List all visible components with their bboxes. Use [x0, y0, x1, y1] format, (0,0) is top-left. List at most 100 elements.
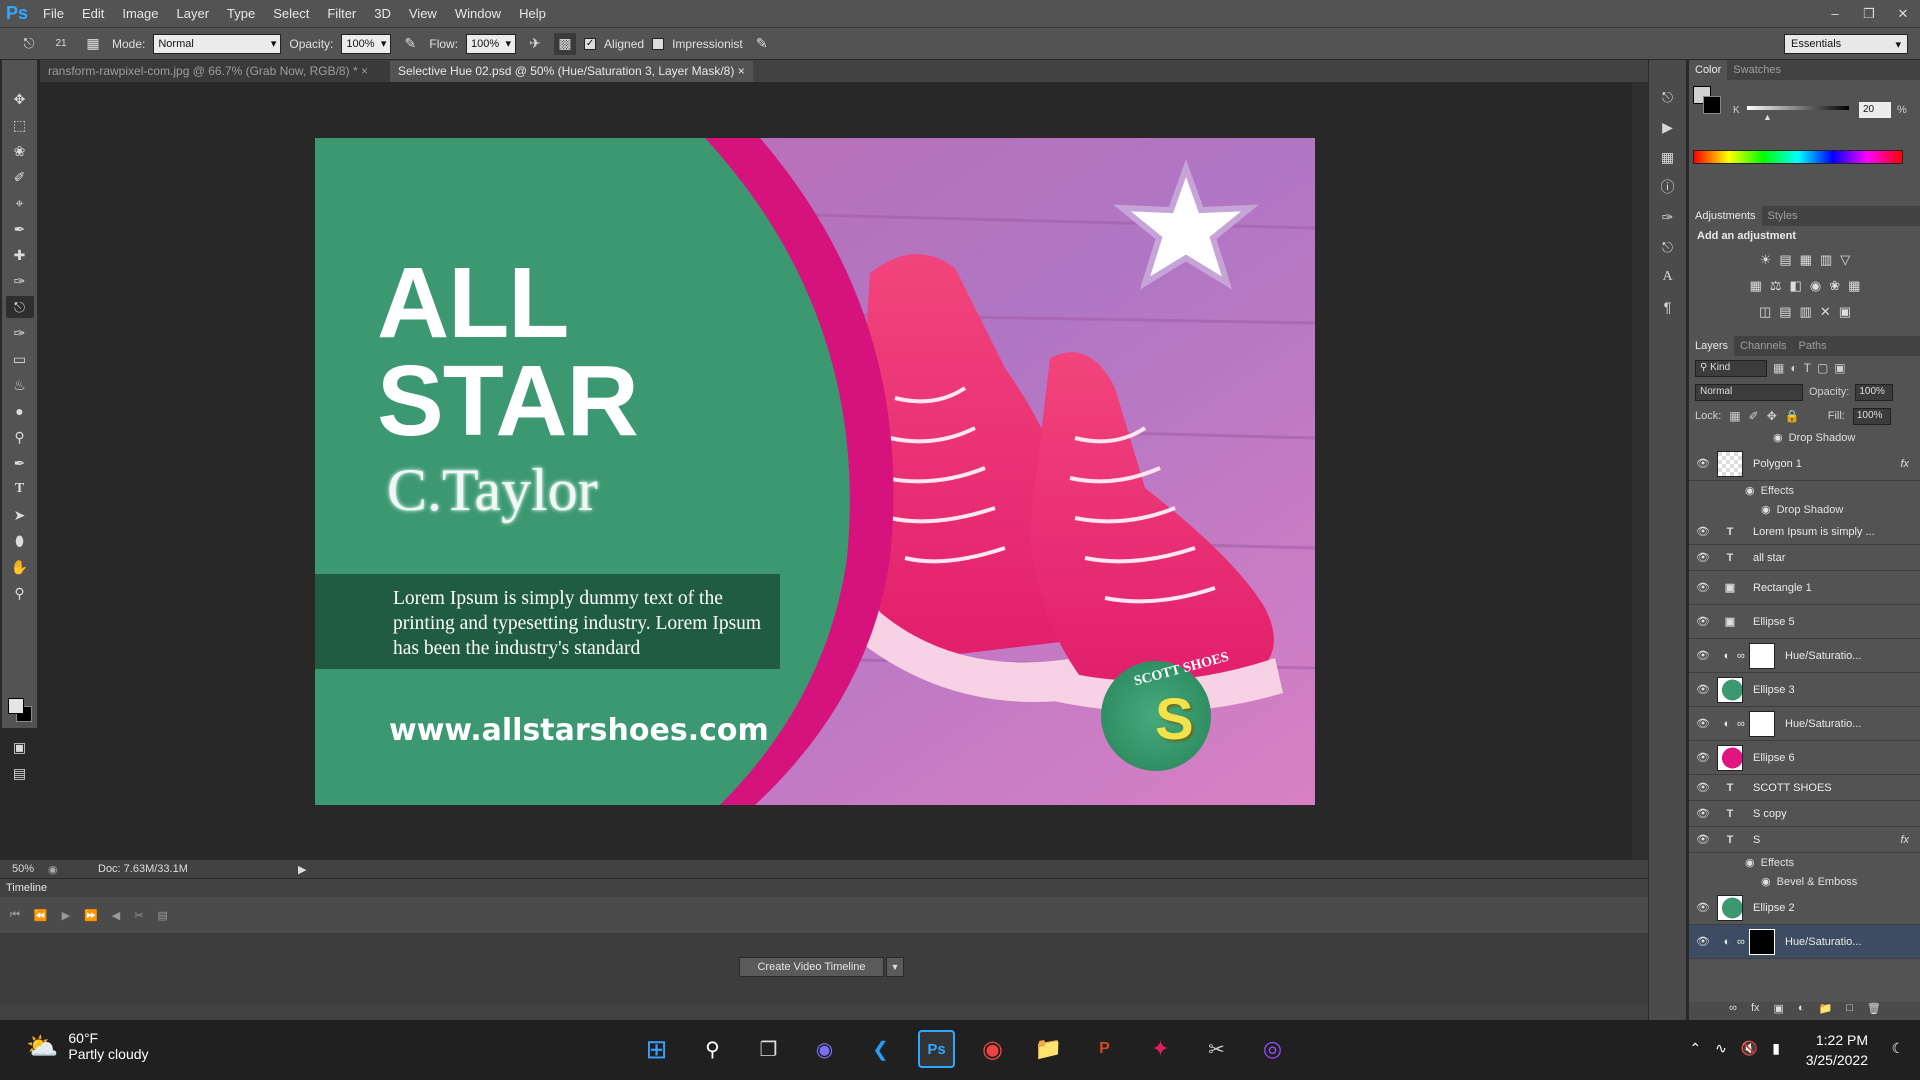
eraser-tool-icon[interactable]: ▭: [6, 348, 34, 370]
eye-icon[interactable]: ◉: [1773, 431, 1783, 444]
black-white-icon[interactable]: ◧: [1790, 278, 1802, 294]
add-mask-icon[interactable]: ▣: [1774, 1002, 1784, 1020]
character-icon[interactable]: A: [1656, 266, 1680, 288]
eye-icon[interactable]: 👁: [1689, 751, 1717, 764]
doc-tab-active[interactable]: Selective Hue 02.psd @ 50% (Hue/Saturati…: [390, 61, 753, 82]
fx-icon[interactable]: fx: [1900, 834, 1909, 846]
link-icon[interactable]: ∞: [1737, 650, 1749, 662]
eye-icon[interactable]: 👁: [1689, 781, 1717, 794]
info-icon[interactable]: ⓘ: [1656, 176, 1680, 198]
filter-pixel-icon[interactable]: ▦: [1773, 361, 1784, 375]
brightness-icon[interactable]: ☀: [1760, 252, 1772, 268]
healing-brush-tool-icon[interactable]: ✚: [6, 244, 34, 266]
teams-icon[interactable]: ◉: [806, 1030, 843, 1068]
airbrush-icon[interactable]: ✈: [524, 33, 546, 55]
effect-row[interactable]: ◉ Effects: [1689, 853, 1920, 872]
layer-row-selected[interactable]: 👁 ◐ ∞ Hue/Saturatio...: [1689, 925, 1920, 959]
history-brush-tool-icon[interactable]: ✑: [6, 322, 34, 344]
eye-icon[interactable]: 👁: [1689, 807, 1717, 820]
workspace-select[interactable]: Essentials ▾: [1784, 34, 1908, 54]
minimize-icon[interactable]: –: [1824, 4, 1846, 24]
eye-icon[interactable]: 👁: [1689, 525, 1717, 538]
brush-presets-icon[interactable]: ✑: [1656, 206, 1680, 228]
link-icon[interactable]: ∞: [1737, 936, 1749, 948]
fill-field[interactable]: 100%: [1852, 407, 1891, 425]
layer-row[interactable]: 👁 T S copy: [1689, 801, 1920, 827]
history-icon[interactable]: ⎋: [1656, 86, 1680, 108]
tab-channels[interactable]: Channels: [1734, 336, 1792, 356]
eye-icon[interactable]: 👁: [1689, 833, 1717, 846]
layer-row[interactable]: 👁 ◐ ∞ Hue/Saturatio...: [1689, 639, 1920, 673]
eye-icon[interactable]: 👁: [1689, 901, 1717, 914]
eye-icon[interactable]: 👁: [1689, 717, 1717, 730]
dodge-tool-icon[interactable]: ⚲: [6, 426, 34, 448]
layer-row[interactable]: 👁 T Sfx: [1689, 827, 1920, 853]
menu-type[interactable]: Type: [218, 0, 264, 27]
weather-widget[interactable]: ⛅ 60°F Partly cloudy: [26, 1030, 149, 1062]
clone-source-icon[interactable]: ▦: [82, 33, 104, 55]
eye-icon[interactable]: 👁: [1689, 551, 1717, 564]
exposure-icon[interactable]: ▥: [1820, 252, 1832, 268]
menu-view[interactable]: View: [400, 0, 446, 27]
levels-icon[interactable]: ▤: [1779, 252, 1791, 268]
new-layer-icon[interactable]: □: [1846, 1002, 1853, 1020]
fx-icon[interactable]: fx: [1900, 458, 1909, 470]
move-tool-icon[interactable]: ✥: [6, 88, 34, 110]
lock-position-icon[interactable]: ✥: [1767, 409, 1777, 423]
close-icon[interactable]: ✕: [1892, 4, 1914, 24]
color-spectrum[interactable]: [1693, 150, 1903, 164]
vibrance-icon[interactable]: ▽: [1840, 252, 1850, 268]
adjustment-layer-icon[interactable]: ◐: [1798, 1002, 1805, 1020]
layer-opacity-field[interactable]: 100%: [1855, 383, 1894, 401]
battery-icon[interactable]: ▮: [1772, 1040, 1780, 1057]
filter-adjust-icon[interactable]: ◐: [1790, 361, 1797, 375]
effect-row[interactable]: ◉ Effects: [1689, 481, 1920, 500]
quick-mask-icon[interactable]: ▣: [6, 736, 34, 758]
lock-transparent-icon[interactable]: ▦: [1729, 409, 1740, 423]
blend-mode-select[interactable]: Normal: [1695, 383, 1803, 401]
folder-icon[interactable]: 📁: [1819, 1002, 1833, 1020]
layer-row[interactable]: 👁 T Lorem Ipsum is simply ...: [1689, 519, 1920, 545]
search-icon[interactable]: ⚲: [694, 1030, 731, 1068]
next-frame-icon[interactable]: ⏩: [84, 909, 98, 922]
pressure-size-icon[interactable]: ✎: [751, 33, 773, 55]
layer-row[interactable]: 👁 ▣ Ellipse 5: [1689, 605, 1920, 639]
restore-icon[interactable]: ❐: [1858, 4, 1880, 24]
layer-row[interactable]: 👁 T SCOTT SHOES: [1689, 775, 1920, 801]
eye-icon[interactable]: 👁: [1689, 615, 1717, 628]
lock-pixels-icon[interactable]: ✐: [1749, 409, 1759, 423]
kind-filter[interactable]: ⚲ Kind: [1695, 359, 1767, 377]
layer-mask-thumbnail[interactable]: [1749, 642, 1775, 669]
notification-icon[interactable]: ☾: [1891, 1040, 1904, 1057]
type-tool-icon[interactable]: T: [6, 478, 34, 500]
filter-type-icon[interactable]: T: [1804, 361, 1811, 375]
vertical-scrollbar[interactable]: [1632, 82, 1648, 862]
pen-tool-icon[interactable]: ✒: [6, 452, 34, 474]
chevron-down-icon[interactable]: ▼: [886, 957, 904, 977]
close-icon[interactable]: ×: [738, 64, 745, 78]
quick-select-tool-icon[interactable]: ✐: [6, 166, 34, 188]
posterize-icon[interactable]: ▤: [1779, 304, 1791, 320]
paragraph-icon[interactable]: ¶: [1656, 296, 1680, 318]
menu-filter[interactable]: Filter: [318, 0, 365, 27]
transition-icon[interactable]: ▤: [157, 909, 167, 922]
layer-row[interactable]: 👁 Tall star: [1689, 545, 1920, 571]
zoom-tool-icon[interactable]: ⚲: [6, 582, 34, 604]
powerpoint-icon[interactable]: P: [1086, 1030, 1123, 1068]
snipping-tool-icon[interactable]: ✂: [1198, 1030, 1235, 1068]
channel-mixer-icon[interactable]: ❀: [1829, 278, 1840, 294]
threshold-icon[interactable]: ▥: [1800, 304, 1812, 320]
actions-icon[interactable]: ▶: [1656, 116, 1680, 138]
selective-color-icon[interactable]: ✕: [1820, 304, 1831, 320]
first-frame-icon[interactable]: ⏮: [10, 909, 20, 922]
menu-3d[interactable]: 3D: [365, 0, 400, 27]
k-slider-handle[interactable]: ▲: [1763, 112, 1772, 122]
fx-icon[interactable]: fx: [1751, 1002, 1760, 1020]
bg-color-chip[interactable]: [1703, 96, 1721, 114]
layer-row[interactable]: 👁 ◐ ∞ Hue/Saturatio...: [1689, 707, 1920, 741]
invert-icon[interactable]: ◫: [1759, 304, 1771, 320]
audio-icon[interactable]: ◀: [112, 909, 120, 922]
eye-icon[interactable]: 👁: [1689, 581, 1717, 594]
zoom-level[interactable]: 50%: [0, 863, 48, 875]
layer-row[interactable]: 👁 Ellipse 3: [1689, 673, 1920, 707]
